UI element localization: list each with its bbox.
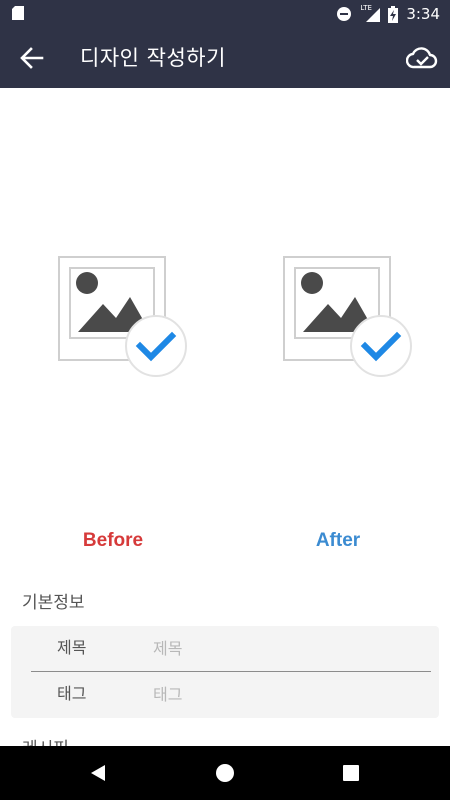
before-caption: Before (82, 530, 144, 551)
status-bar: LTE 3:34 (0, 0, 450, 28)
sd-card-icon (12, 6, 24, 20)
square-recents-icon (343, 765, 359, 781)
do-not-disturb-icon (337, 7, 352, 21)
basic-info-form: 제목 태그 (11, 626, 439, 718)
battery-charging-icon (388, 5, 399, 23)
status-time: 3:34 (406, 5, 440, 23)
tag-row: 태그 (11, 672, 439, 718)
title-input[interactable] (151, 634, 425, 666)
tag-input[interactable] (151, 680, 425, 712)
circle-home-icon (216, 764, 234, 782)
page-title: 디자인 작성하기 (80, 46, 226, 70)
app-bar: 디자인 작성하기 (0, 28, 450, 88)
tag-label: 태그 (57, 686, 87, 703)
nav-recents-button[interactable] (321, 746, 381, 800)
nav-home-button[interactable] (195, 746, 255, 800)
back-button[interactable] (12, 40, 52, 76)
arrow-left-icon (20, 47, 44, 69)
image-placeholder-icon (58, 256, 187, 377)
image-placeholder-icon (283, 256, 412, 377)
title-row: 제목 (11, 626, 439, 672)
triangle-back-icon (91, 765, 105, 781)
cloud-check-icon (406, 47, 438, 69)
title-label: 제목 (57, 640, 87, 657)
after-caption: After (315, 530, 361, 551)
after-image-picker[interactable] (283, 256, 413, 380)
nav-back-button[interactable] (68, 746, 128, 800)
image-area (0, 88, 450, 528)
status-right: LTE 3:34 (336, 0, 440, 28)
system-navigation-bar (0, 746, 450, 800)
network-signal-icon: LTE (360, 4, 381, 22)
cloud-save-button[interactable] (402, 40, 442, 76)
basic-info-section-title: 기본정보 (22, 593, 85, 612)
before-image-picker[interactable] (58, 256, 188, 380)
